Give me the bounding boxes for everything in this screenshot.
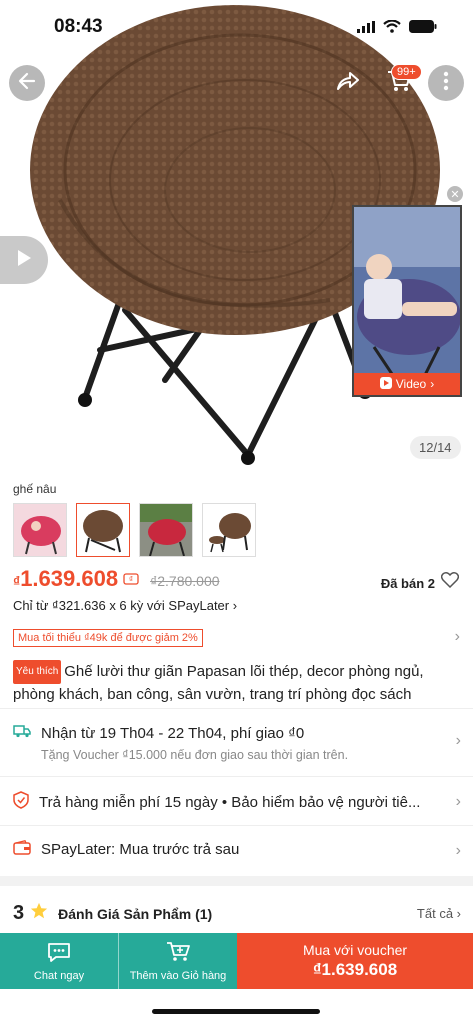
- review-title: Đánh Giá Sản Phẩm (1): [58, 905, 213, 922]
- image-counter: 12/14: [410, 436, 461, 459]
- play-video-button[interactable]: [0, 236, 48, 284]
- arrow-left-icon: [17, 71, 37, 96]
- more-options-button[interactable]: [428, 65, 464, 101]
- installment-link[interactable]: Chỉ từ ₫321.636 x 6 kỳ với SPayLater ›: [13, 598, 237, 613]
- more-vertical-icon: [443, 71, 449, 96]
- current-price: ₫1.639.608: [13, 566, 119, 591]
- review-header[interactable]: 3 Đánh Giá Sản Phẩm (1) Tất cả ›: [13, 902, 461, 925]
- battery-icon: [409, 20, 437, 38]
- original-price: ₫2.780.000: [150, 573, 220, 589]
- add-to-cart-button[interactable]: Thêm vào Giỏ hàng: [118, 933, 237, 989]
- shopee-video-icon: [379, 376, 392, 392]
- chat-icon: [46, 941, 72, 966]
- share-button[interactable]: [330, 65, 366, 101]
- wallet-icon: [13, 840, 31, 859]
- chevron-right-icon: ›: [455, 793, 461, 810]
- shield-icon: [13, 791, 29, 813]
- chevron-right-icon: ›: [454, 628, 460, 645]
- wifi-icon: [383, 19, 401, 38]
- cart-plus-icon: [165, 941, 191, 966]
- promo-chip: Mua tối thiểu ₫49k để được giảm 2%: [13, 629, 203, 647]
- variant-title: ghế nâu: [13, 482, 57, 496]
- status-bar: 08:43: [0, 0, 473, 52]
- cart-count-badge: 99+: [391, 64, 422, 80]
- heart-icon[interactable]: [440, 572, 460, 593]
- favorite-tag: Yêu thích: [13, 660, 62, 684]
- chat-now-button[interactable]: Chat ngay: [0, 933, 118, 989]
- see-all-reviews-link[interactable]: Tất cả ›: [417, 906, 461, 921]
- truck-icon: [13, 724, 31, 742]
- chevron-right-icon: ›: [455, 842, 461, 859]
- variant-thumb-pink[interactable]: [13, 503, 67, 557]
- video-thumbnail-image: [354, 207, 460, 378]
- status-time: 08:43: [54, 16, 103, 37]
- chevron-right-icon: ›: [232, 598, 238, 613]
- close-video-button[interactable]: ✕: [447, 186, 463, 202]
- spaylater-row[interactable]: SPayLater: Mua trước trả sau ›: [13, 840, 461, 859]
- play-icon: [16, 249, 32, 272]
- coin-icon: ₫: [123, 572, 139, 591]
- sold-count: Đã bán 2: [380, 576, 435, 591]
- svg-text:₫: ₫: [129, 575, 133, 584]
- back-button[interactable]: [9, 65, 45, 101]
- review-score: 3: [13, 902, 25, 924]
- buy-with-voucher-button[interactable]: Mua với voucher ₫1.639.608: [237, 933, 473, 989]
- video-preview[interactable]: Video ›: [352, 205, 462, 397]
- chevron-right-icon: ›: [430, 377, 435, 391]
- signal-icon: [357, 20, 375, 38]
- variant-thumb-brown-set[interactable]: [202, 503, 256, 557]
- bottom-action-bar: Chat ngay Thêm vào Giỏ hàng Mua với vouc…: [0, 933, 473, 989]
- variant-thumb-red-outdoor[interactable]: [139, 503, 193, 557]
- variant-thumb-brown[interactable]: [76, 503, 130, 557]
- variant-list: [13, 503, 256, 557]
- video-label: Video ›: [354, 373, 460, 395]
- shipping-row[interactable]: Nhận từ 19 Th04 - 22 Th04, phí giao ₫0 T…: [13, 724, 461, 762]
- returns-row[interactable]: Trả hàng miễn phí 15 ngày • Bảo hiểm bảo…: [13, 791, 461, 813]
- chevron-right-icon: ›: [455, 732, 461, 749]
- promo-row[interactable]: Mua tối thiểu ₫49k để được giảm 2% ›: [13, 628, 460, 648]
- star-icon: [30, 902, 48, 925]
- share-icon: [335, 70, 361, 97]
- home-indicator[interactable]: [152, 1009, 320, 1014]
- product-title: Yêu thích Ghế lười thư giãn Papasan lõi t…: [13, 660, 461, 706]
